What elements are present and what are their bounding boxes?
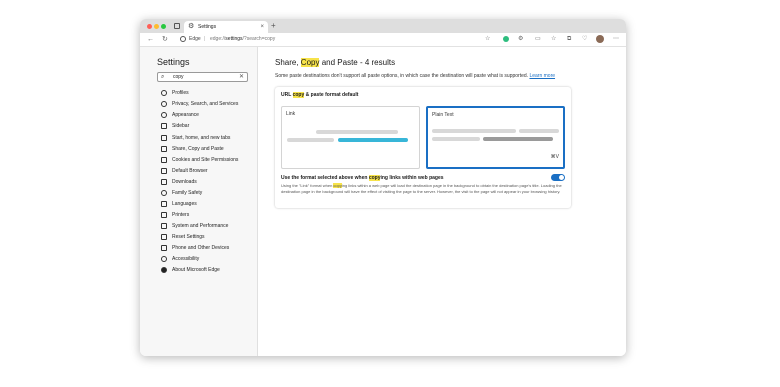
browser-toolbar: ← ↻ Edge | edge://settings/?search=copy … xyxy=(140,33,626,47)
maximize-window-button[interactable] xyxy=(161,24,166,29)
sidebar-item-privacy[interactable]: Privacy, Search, and Services xyxy=(161,99,256,109)
minimize-window-button[interactable] xyxy=(154,24,159,29)
cookie-icon xyxy=(161,157,167,163)
sidebar-item-languages[interactable]: Languages xyxy=(161,199,256,209)
sidebar-title: Settings xyxy=(157,57,190,67)
sidebar-item-reset[interactable]: Reset Settings xyxy=(161,232,256,242)
tab-title: Settings xyxy=(198,24,217,30)
family-icon xyxy=(161,190,167,196)
sidebar-item-system[interactable]: System and Performance xyxy=(161,221,256,231)
refresh-icon[interactable]: ↻ xyxy=(162,35,168,44)
profile-avatar[interactable] xyxy=(596,35,604,43)
appearance-icon xyxy=(161,112,167,118)
sidebar-item-family-safety[interactable]: Family Safety xyxy=(161,188,256,198)
sidebar-item-share-copy-paste[interactable]: Share, Copy and Paste xyxy=(161,144,256,154)
search-input[interactable]: ⌕ copy ✕ xyxy=(157,72,248,82)
gear-icon: ⚙ xyxy=(188,23,195,30)
address-bar[interactable]: edge://settings/?search=copy xyxy=(210,36,275,43)
plain-option-label: Plain Text xyxy=(432,112,454,118)
link-option-label: Link xyxy=(286,111,296,117)
page-title: Share, Copy and Paste - 4 results xyxy=(275,58,396,67)
link-format-option[interactable]: Link xyxy=(281,106,420,169)
sidebar-item-profiles[interactable]: Profiles xyxy=(161,88,256,98)
address-separator: | xyxy=(204,36,206,42)
toggle-knob xyxy=(559,175,564,180)
more-options-icon[interactable]: ⋯ xyxy=(613,36,619,43)
split-screen-icon[interactable]: ▭ xyxy=(535,36,541,43)
back-arrow-icon[interactable]: ← xyxy=(147,35,154,44)
new-tab-button[interactable]: + xyxy=(271,21,276,31)
sidebar-item-phone-devices[interactable]: Phone and Other Devices xyxy=(161,243,256,253)
edge-icon xyxy=(180,36,186,42)
preview-link-line xyxy=(338,138,408,142)
preview-text-line xyxy=(483,137,553,141)
title-bar: ⚙ Settings × + xyxy=(140,19,626,33)
close-window-button[interactable] xyxy=(147,24,152,29)
setting-description: Using the "Link" format when copying lin… xyxy=(281,183,562,194)
sidebar-item-appearance[interactable]: Appearance xyxy=(161,110,256,120)
tab-close-button[interactable]: × xyxy=(260,23,264,31)
plain-text-format-option[interactable]: Plain Text ⌘V xyxy=(426,106,565,169)
settings-sidebar: Settings ⌕ copy ✕ Profiles Privacy, Sear… xyxy=(140,47,258,356)
sidebar-item-about[interactable]: About Microsoft Edge xyxy=(161,265,256,275)
setting-title: Use the format selected above when copyi… xyxy=(281,175,444,181)
sidebar-item-sidebar[interactable]: Sidebar xyxy=(161,121,256,131)
learn-more-link[interactable]: Learn more xyxy=(529,73,555,79)
paste-format-card: URL copy & paste format default Link Pla… xyxy=(275,87,571,208)
collections-icon[interactable]: ⧉ xyxy=(567,36,571,43)
lock-icon xyxy=(161,101,167,107)
reset-icon xyxy=(161,234,167,240)
tab-settings[interactable]: ⚙ Settings × xyxy=(184,21,268,33)
preview-line xyxy=(316,130,398,134)
favorite-star-icon[interactable]: ☆ xyxy=(485,36,490,43)
edge-logo-icon xyxy=(161,267,167,273)
card-title: URL copy & paste format default xyxy=(281,92,359,98)
preview-line xyxy=(287,138,334,142)
phone-icon xyxy=(161,245,167,251)
browser-icon xyxy=(161,168,167,174)
download-icon xyxy=(161,179,167,185)
sidebar-item-default-browser[interactable]: Default Browser xyxy=(161,166,256,176)
sidebar-item-downloads[interactable]: Downloads xyxy=(161,177,256,187)
language-icon xyxy=(161,201,167,207)
extensions-icon[interactable]: ⚙ xyxy=(518,36,523,43)
address-app-label: Edge xyxy=(189,36,201,42)
accessibility-icon xyxy=(161,256,167,262)
printer-icon xyxy=(161,212,167,218)
sidebar-item-start-home[interactable]: Start, home, and new tabs xyxy=(161,133,256,143)
browser-window: ⚙ Settings × + ← ↻ Edge | edge://setting… xyxy=(140,19,626,356)
search-value: copy xyxy=(173,74,184,80)
settings-main: Share, Copy and Paste - 4 results Some p… xyxy=(258,47,626,356)
preview-line xyxy=(432,137,480,141)
clear-search-icon[interactable]: ✕ xyxy=(239,73,244,81)
system-icon xyxy=(161,223,167,229)
sidebar-item-accessibility[interactable]: Accessibility xyxy=(161,254,256,264)
home-icon xyxy=(161,135,167,141)
search-icon: ⌕ xyxy=(161,74,165,80)
search-highlight: Copy xyxy=(300,58,320,67)
preview-line xyxy=(519,129,559,133)
paste-shortcut: ⌘V xyxy=(550,154,559,160)
tab-actions-icon[interactable] xyxy=(174,23,180,29)
use-format-toggle[interactable] xyxy=(551,174,565,181)
profile-icon xyxy=(161,90,167,96)
sidebar-icon xyxy=(161,123,167,129)
grammarly-extension-icon[interactable] xyxy=(503,36,509,42)
sidebar-item-cookies[interactable]: Cookies and Site Permissions xyxy=(161,155,256,165)
browser-essentials-icon[interactable]: ♡ xyxy=(582,36,587,43)
clipboard-icon xyxy=(161,146,167,152)
sidebar-item-printers[interactable]: Printers xyxy=(161,210,256,220)
page-description: Some paste destinations don't support al… xyxy=(275,73,556,79)
favorites-icon[interactable]: ☆ xyxy=(551,36,556,43)
preview-line xyxy=(432,129,516,133)
